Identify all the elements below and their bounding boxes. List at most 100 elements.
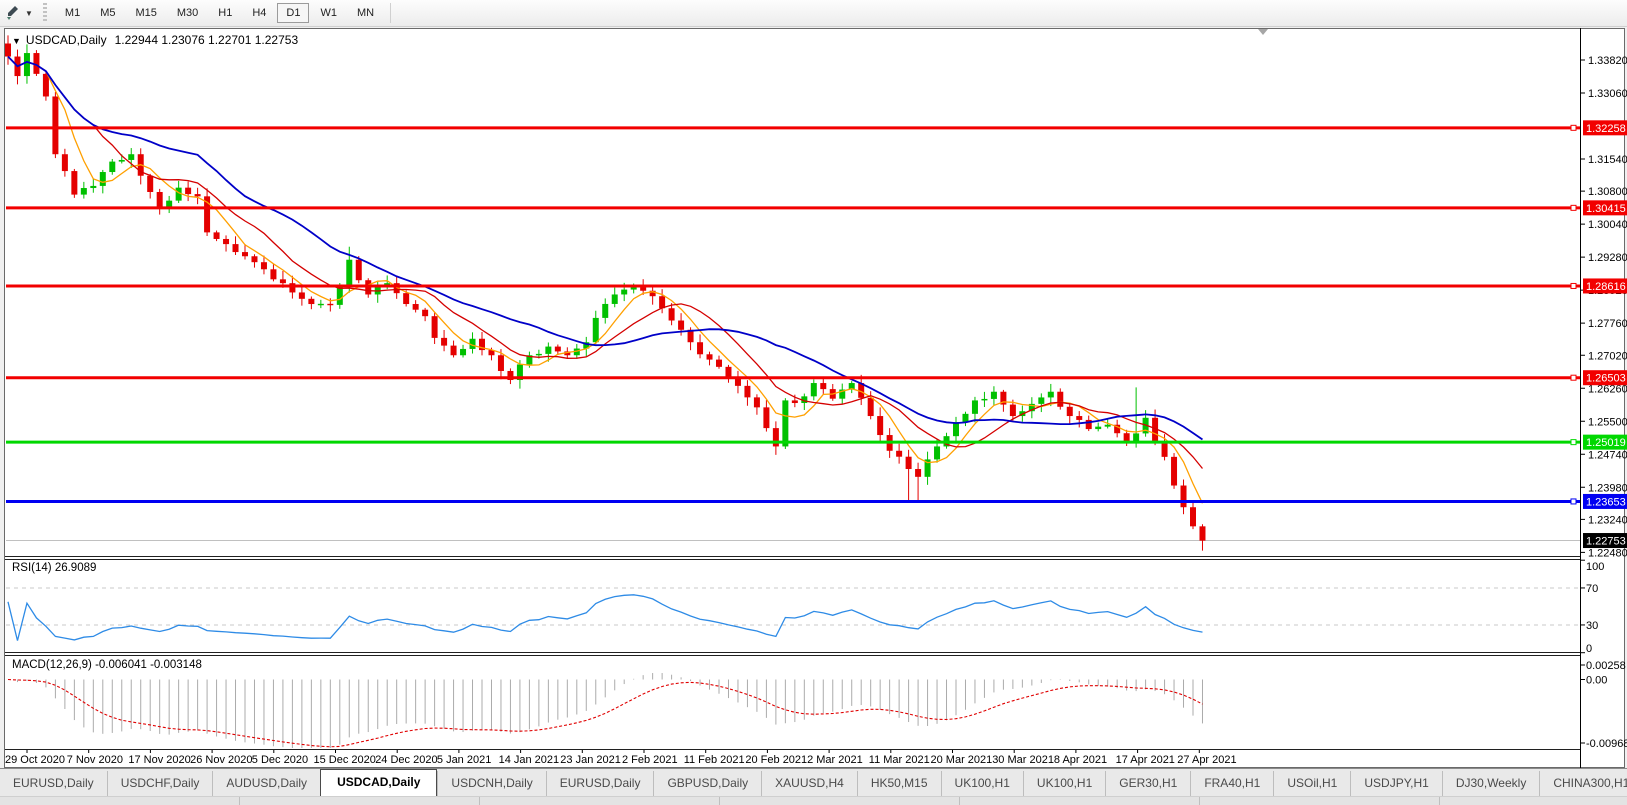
candle [52, 92, 59, 159]
candle [147, 173, 154, 199]
candle [23, 44, 30, 84]
candle [839, 383, 846, 404]
level-handle[interactable] [1570, 282, 1577, 289]
candle [896, 443, 903, 464]
candle [185, 181, 192, 202]
level-handle[interactable] [1570, 439, 1577, 446]
candle [232, 236, 239, 255]
price-tick: 1.33060 [1588, 88, 1627, 100]
rsi-panel [6, 587, 1580, 641]
candle [137, 148, 144, 185]
ma-21-line [7, 55, 1203, 441]
candle [772, 421, 779, 455]
candle [1028, 397, 1035, 419]
candle [763, 400, 770, 432]
candle [1000, 389, 1007, 412]
candle [213, 230, 220, 242]
level-price-label: 1.23653 [1586, 496, 1626, 508]
candle [166, 195, 173, 214]
candle [1057, 388, 1064, 410]
candle [858, 374, 865, 406]
date-label: 26 Nov 2020 [190, 754, 252, 766]
candle [706, 351, 713, 366]
price-tick: 1.29280 [1588, 252, 1627, 264]
panel-frames [5, 28, 1581, 768]
candle [990, 386, 997, 406]
ma-10-line [7, 56, 1203, 469]
price-tick: 1.27760 [1588, 318, 1627, 330]
candle [5, 35, 11, 65]
candle [1095, 422, 1102, 432]
candle [1190, 501, 1196, 530]
price-tick: 1.31540 [1588, 154, 1627, 166]
indicator-axes: 100 70 30 0 0.00258 0.00 -0.009687 [1580, 559, 1627, 750]
rsi-scale-tick: 30 [1586, 620, 1598, 632]
candle [971, 396, 978, 423]
horizontal-levels [6, 124, 1580, 505]
candle [308, 296, 315, 310]
candle [734, 370, 741, 394]
candle [90, 179, 97, 193]
rsi-scale-tick: 70 [1586, 583, 1598, 595]
candle [469, 332, 476, 354]
date-label: 5 Dec 2020 [252, 754, 308, 766]
chart-title: ▼ USDCAD,Daily 1.22944 1.23076 1.22701 1.2… [12, 33, 298, 47]
candle [1133, 387, 1140, 448]
level-price-label: 1.28616 [1586, 281, 1626, 293]
date-label: 5 Jan 2021 [437, 754, 491, 766]
macd-scale-tick: -0.009687 [1586, 738, 1627, 750]
candle [1114, 419, 1121, 438]
level-handle[interactable] [1570, 498, 1577, 505]
candle [848, 381, 855, 394]
date-label: 20 Mar 2021 [931, 754, 993, 766]
macd-scale-tick: 0.00258 [1586, 660, 1626, 672]
candle [1038, 393, 1045, 413]
level-handle[interactable] [1570, 204, 1577, 211]
chart-shift-marker-icon[interactable] [1258, 29, 1268, 35]
level-handle[interactable] [1570, 124, 1577, 131]
ohlc-values: 1.22944 1.23076 1.22701 1.22753 [114, 33, 299, 47]
candle [1180, 479, 1187, 515]
candle [877, 407, 884, 442]
candle [317, 299, 324, 309]
candle [697, 334, 704, 359]
date-label: 15 Dec 2020 [314, 754, 376, 766]
candle [33, 50, 40, 76]
candle [1199, 524, 1206, 551]
candle [1066, 402, 1073, 424]
date-label: 11 Feb 2021 [684, 754, 745, 766]
candle [194, 187, 201, 205]
candle [251, 254, 258, 268]
date-label: 2 Mar 2021 [807, 754, 863, 766]
date-label: 17 Apr 2021 [1116, 754, 1175, 766]
date-axis: 29 Oct 2020 7 Nov 2020 17 Nov 2020 26 Nov 2… [5, 750, 1237, 766]
ma-5-line [7, 56, 1204, 504]
level-handle[interactable] [1570, 374, 1577, 381]
rsi-label: RSI(14) 26.9089 [12, 562, 97, 574]
candle [1076, 411, 1083, 428]
candle [554, 344, 561, 355]
candle [810, 379, 817, 401]
price-tick: 1.30800 [1588, 186, 1627, 198]
date-label: 17 Nov 2020 [128, 754, 190, 766]
price-tick: 1.22480 [1588, 547, 1627, 559]
candle [905, 449, 912, 501]
level-price-label: 1.26503 [1586, 373, 1626, 385]
rsi-scale-tick: 100 [1586, 561, 1604, 573]
chart-canvas: 1.33820 1.33060 1.31540 1.30800 1.30040 1.292… [5, 28, 1627, 768]
price-tick: 1.25500 [1588, 416, 1627, 428]
current-price-label: 1.22753 [1586, 536, 1626, 548]
candle [649, 287, 656, 305]
macd-label: MACD(12,26,9) -0.006041 -0.003148 [12, 659, 202, 671]
candle [611, 287, 618, 308]
candle [753, 394, 760, 415]
date-label: 27 Apr 2021 [1177, 754, 1236, 766]
price-tick: 1.24740 [1588, 449, 1627, 461]
date-label: 23 Jan 2021 [560, 754, 621, 766]
candle [924, 451, 931, 485]
rsi-line [7, 594, 1203, 641]
candle [962, 411, 969, 427]
collapse-triangle-icon[interactable]: ▼ [12, 36, 21, 46]
price-tick: 1.23980 [1588, 482, 1627, 494]
candle [744, 380, 751, 406]
